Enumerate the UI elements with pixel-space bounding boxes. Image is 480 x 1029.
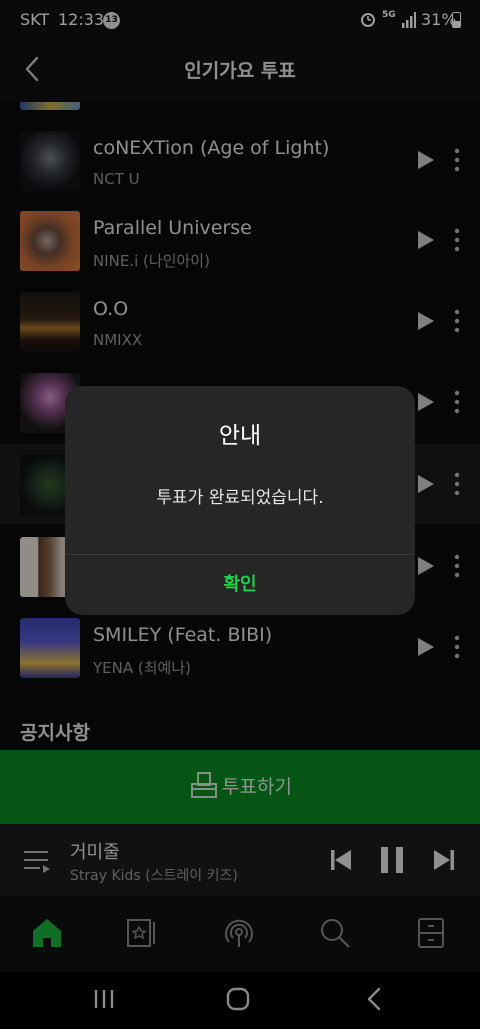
dialog-title: 안내 — [218, 423, 262, 449]
confirm-button[interactable]: 확인 — [65, 554, 415, 615]
dialog-message: 투표가 완료되었습니다. — [156, 488, 324, 508]
alert-dialog: 안내 투표가 완료되었습니다. 확인 — [65, 386, 415, 615]
